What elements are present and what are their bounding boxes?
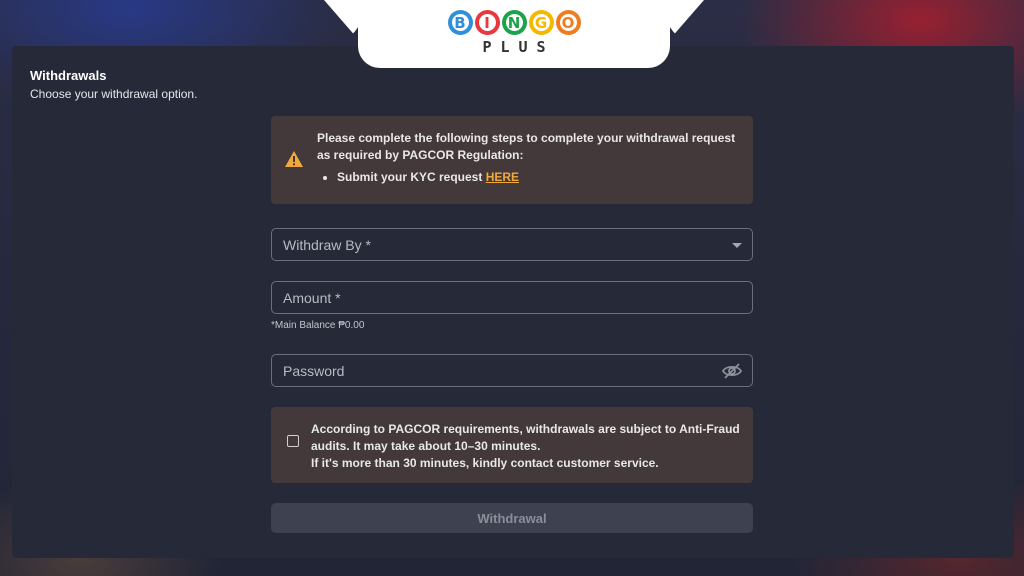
kyc-notice-text: Please complete the following steps to c…: [317, 130, 735, 186]
password-label: Password: [283, 363, 345, 379]
kyc-steps-list: Submit your KYC request HERE: [317, 169, 735, 186]
eye-slash-icon[interactable]: [722, 362, 742, 380]
logo-letter-g: G: [534, 13, 548, 32]
logo-tab: B I N G O PLUS: [358, 0, 670, 68]
logo-letter-n: N: [507, 13, 521, 32]
chevron-down-icon: [732, 243, 742, 248]
warning-icon: [285, 151, 303, 167]
withdrawal-panel: Withdrawals Choose your withdrawal optio…: [12, 46, 1014, 558]
bingo-plus-logo[interactable]: B I N G O PLUS: [358, 10, 670, 56]
withdrawal-button[interactable]: Withdrawal: [271, 503, 753, 533]
logo-ball-n: N: [501, 10, 527, 35]
logo-ball-b: B: [447, 10, 473, 35]
page-title: Withdrawals: [30, 68, 107, 83]
anti-fraud-notice: According to PAGCOR requirements, withdr…: [271, 407, 753, 483]
withdraw-by-label: Withdraw By *: [283, 237, 371, 253]
logo-plus-text: PLUS: [482, 38, 555, 56]
anti-fraud-line-3: If it's more than 30 minutes, kindly con…: [311, 456, 659, 470]
logo-letter-b: B: [454, 13, 466, 32]
kyc-step-text: Submit your KYC request: [337, 170, 486, 184]
logo-ball-g: G: [528, 10, 554, 35]
anti-fraud-line-2: audits. It may take about 10–30 minutes.: [311, 439, 541, 453]
main-balance-hint: *Main Balance ₱0.00: [271, 320, 365, 331]
anti-fraud-text: According to PAGCOR requirements, withdr…: [311, 421, 740, 472]
logo-letters: B I N G O: [447, 10, 581, 35]
anti-fraud-checkbox[interactable]: [287, 435, 299, 447]
kyc-step-item: Submit your KYC request HERE: [337, 169, 735, 186]
page-subtitle: Choose your withdrawal option.: [30, 87, 198, 101]
password-field[interactable]: Password: [271, 354, 753, 387]
anti-fraud-line-1: According to PAGCOR requirements, withdr…: [311, 422, 740, 436]
kyc-notice-line-1: Please complete the following steps to c…: [317, 131, 736, 145]
kyc-here-link[interactable]: HERE: [486, 170, 519, 184]
withdraw-by-select[interactable]: Withdraw By *: [271, 228, 753, 261]
logo-ball-i: I: [474, 10, 500, 35]
kyc-notice-line-2: as required by PAGCOR Regulation:: [317, 148, 524, 162]
amount-label: Amount *: [283, 290, 341, 306]
logo-letter-i: I: [484, 13, 490, 32]
logo-ball-o: O: [555, 10, 581, 35]
logo-letter-o: O: [561, 13, 575, 32]
amount-field[interactable]: Amount *: [271, 281, 753, 314]
kyc-notice: Please complete the following steps to c…: [271, 116, 753, 204]
